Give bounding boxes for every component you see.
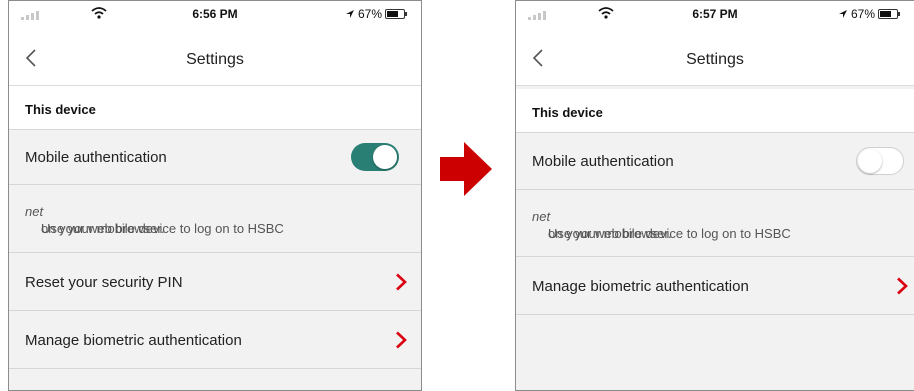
reset-security-pin-label: Reset your security PIN (25, 274, 183, 291)
toggle-knob (373, 145, 397, 169)
mobile-authentication-description: Use your mobile device to log on to HSBC… (516, 190, 914, 257)
page-title: Settings (686, 51, 744, 68)
manage-biometric-label: Manage biometric authentication (25, 332, 242, 349)
section-title: This device (532, 105, 603, 120)
mobile-authentication-toggle[interactable] (856, 147, 904, 175)
manage-biometric-row[interactable]: Manage biometric authentication (516, 257, 914, 315)
chevron-right-icon (897, 277, 908, 295)
mobile-authentication-row: Mobile authentication (516, 133, 914, 190)
manage-biometric-row[interactable]: Manage biometric authentication (9, 311, 421, 369)
description-brand: net (25, 204, 44, 219)
description-text-end: on your web browser. (548, 226, 672, 241)
mobile-authentication-description: Use your mobile device to log on to HSBC… (9, 185, 421, 253)
location-arrow-icon (838, 10, 847, 18)
mobile-authentication-row: Mobile authentication (9, 130, 421, 185)
description-brand: net (532, 209, 551, 224)
battery-icon (878, 9, 900, 19)
description-text-end: on your web browser. (41, 221, 165, 236)
toggle-knob (858, 149, 882, 173)
page-title: Settings (186, 51, 244, 68)
status-bar: 6:57 PM 67% (516, 1, 914, 29)
battery-percent: 67% (850, 7, 875, 21)
mobile-authentication-label: Mobile authentication (532, 153, 674, 170)
section-header: This device (9, 86, 421, 130)
manage-biometric-label: Manage biometric authentication (532, 278, 749, 295)
reset-security-pin-row[interactable]: Reset your security PIN (9, 253, 421, 311)
chevron-right-icon (396, 273, 407, 291)
location-arrow-icon (345, 10, 354, 18)
status-bar: 6:56 PM 67% (9, 1, 421, 29)
mobile-authentication-toggle[interactable] (351, 143, 399, 171)
chevron-right-icon (396, 331, 407, 349)
battery-icon (385, 9, 407, 19)
section-title: This device (25, 102, 96, 117)
nav-bar: Settings (9, 29, 421, 86)
battery-percent: 67% (357, 7, 382, 21)
section-header: This device (516, 89, 914, 133)
phone-screen-after: 6:57 PM 67% Settings This device Mobile … (515, 0, 914, 391)
arrow-right-icon (440, 142, 492, 196)
nav-bar: Settings (516, 29, 914, 86)
phone-screen-before: 6:56 PM 67% Settings This device Mobile … (8, 0, 422, 391)
mobile-authentication-label: Mobile authentication (25, 149, 167, 166)
